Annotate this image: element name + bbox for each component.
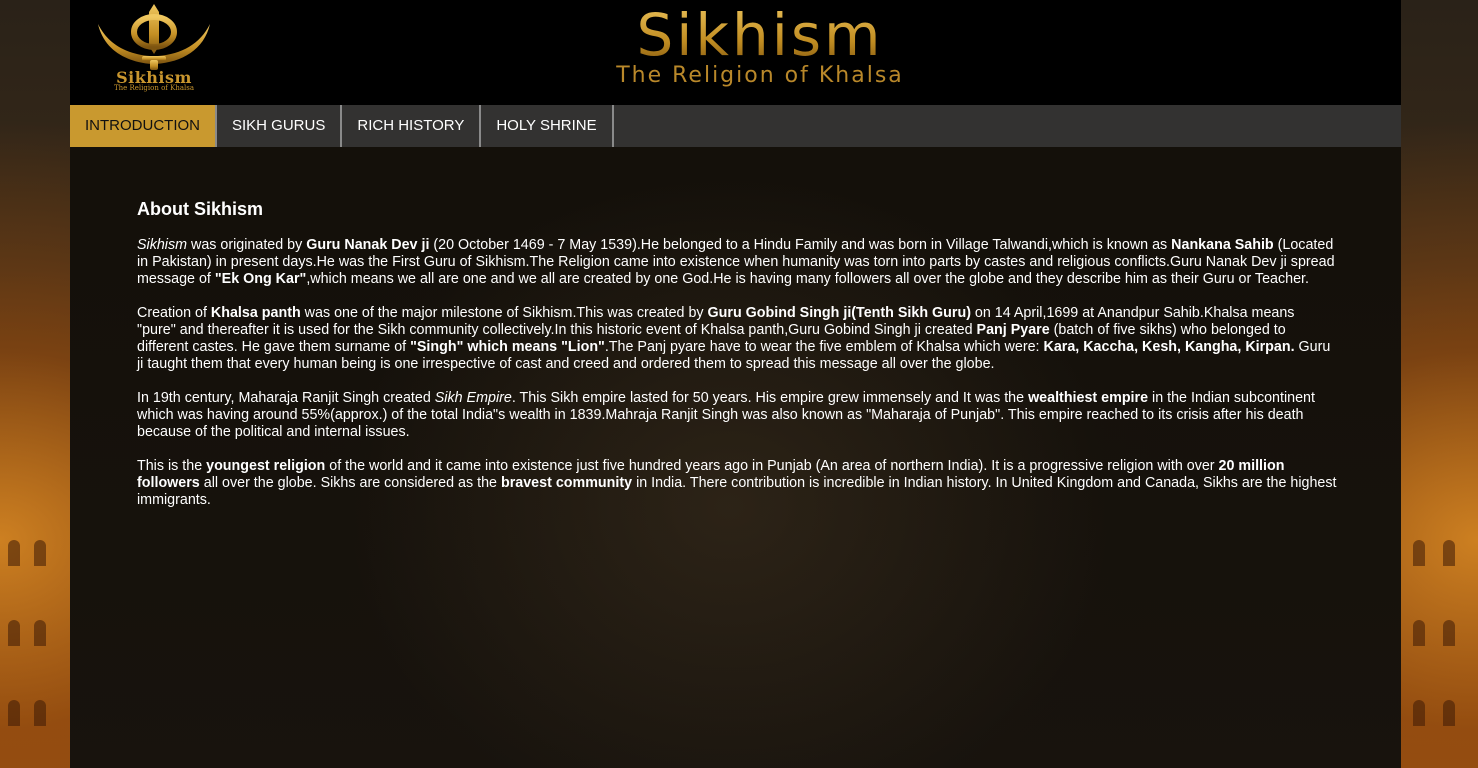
bold-text: bravest community [500, 475, 633, 491]
italic-text: Sikhism [137, 237, 188, 253]
background-window [1413, 540, 1425, 566]
bold-text: youngest religion [206, 458, 326, 474]
nav-item-introduction[interactable]: INTRODUCTION [70, 105, 217, 147]
nav-item-holy-shrine[interactable]: HOLY SHRINE [481, 105, 614, 147]
background-window [1413, 700, 1425, 726]
background-window [34, 620, 46, 646]
paragraph-text: (20 October 1469 - 7 May 1539).He belong… [429, 237, 1172, 253]
background-window [34, 540, 46, 566]
paragraph-text: .The Panj pyare have to wear the five em… [604, 339, 1044, 355]
article-paragraph: In 19th century, Maharaja Ranjit Singh c… [137, 390, 1337, 441]
article-paragraph: Creation of Khalsa panth was one of the … [137, 305, 1337, 373]
paragraph-text: This is the [137, 458, 207, 474]
paragraph-text: was originated by [187, 237, 307, 253]
site-header: Sikhism The Religion of Khalsa Sikhism T… [70, 0, 1401, 105]
bold-text: wealthiest empire [1028, 390, 1149, 406]
nav-item-sikh-gurus[interactable]: SIKH GURUS [217, 105, 343, 147]
bold-text: Guru Nanak Dev ji [306, 237, 430, 253]
page-container: Sikhism The Religion of Khalsa Sikhism T… [70, 0, 1401, 768]
paragraph-text: In 19th century, Maharaja Ranjit Singh c… [137, 390, 435, 406]
article-heading: About Sikhism [137, 199, 264, 219]
paragraph-text: of the world and it came into existence … [325, 458, 1219, 474]
background-window [34, 700, 46, 726]
background-window [8, 620, 20, 646]
banner-title: Sikhism [540, 6, 980, 64]
site-banner: Sikhism The Religion of Khalsa [540, 6, 980, 87]
nav-item-rich-history[interactable]: RICH HISTORY [342, 105, 482, 147]
paragraph-text: ,which means we all are one and we all a… [306, 271, 1309, 287]
bold-text: Kara, Kaccha, Kesh, Kangha, Kirpan. [1043, 339, 1295, 355]
article: About Sikhism Sikhism was originated by … [137, 199, 1337, 526]
background-left-strip [0, 0, 70, 768]
background-window [1443, 620, 1455, 646]
paragraph-text: was one of the major milestone of Sikhis… [300, 305, 708, 321]
bold-text: Nankana Sahib [1171, 237, 1274, 253]
bold-text: Khalsa panth [210, 305, 301, 321]
bold-text: "Singh" which means "Lion" [410, 339, 605, 355]
background-window [8, 540, 20, 566]
article-paragraph: This is the youngest religion of the wor… [137, 458, 1337, 509]
bold-text: Panj Pyare [976, 322, 1050, 338]
background-right-strip [1401, 0, 1478, 768]
paragraph-text: Creation of [137, 305, 211, 321]
background-window [1443, 700, 1455, 726]
logo-tagline: The Religion of Khalsa [113, 84, 195, 92]
italic-text: Sikh Empire [434, 390, 512, 406]
background-window [1443, 540, 1455, 566]
site-logo[interactable]: Sikhism The Religion of Khalsa [86, 2, 222, 94]
banner-subtitle: The Religion of Khalsa [616, 63, 904, 88]
main-content: About Sikhism Sikhism was originated by … [70, 147, 1401, 768]
paragraph-text: all over the globe. Sikhs are considered… [199, 475, 501, 491]
article-paragraph: Sikhism was originated by Guru Nanak Dev… [137, 237, 1337, 288]
bold-text: "Ek Ong Kar" [214, 271, 307, 287]
background-window [1413, 620, 1425, 646]
background-window [8, 700, 20, 726]
main-nav: INTRODUCTION SIKH GURUS RICH HISTORY HOL… [70, 105, 1401, 147]
khanda-icon [98, 4, 210, 70]
paragraph-text: . This Sikh empire lasted for 50 years. … [511, 390, 1029, 406]
bold-text: Guru Gobind Singh ji(Tenth Sikh Guru) [707, 305, 971, 321]
